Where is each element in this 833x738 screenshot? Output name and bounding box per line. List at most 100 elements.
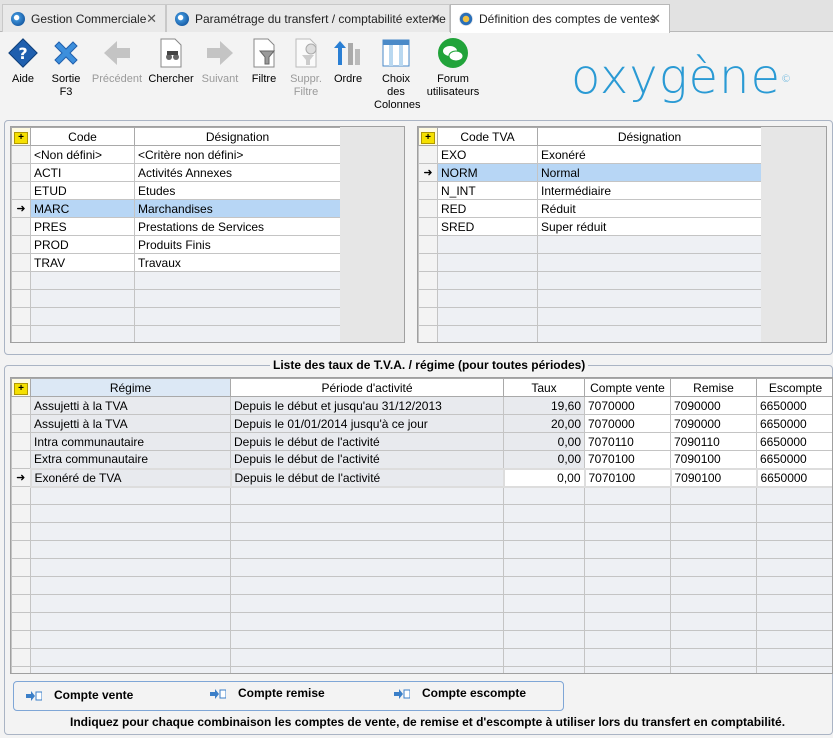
cell-taux: 20,00 <box>503 414 585 433</box>
cell-compte-vente[interactable]: 7070000 <box>584 414 671 433</box>
cell-escompte[interactable]: 6650000 <box>756 414 832 433</box>
column-header-designation[interactable]: Désignation <box>134 127 341 146</box>
cell-code[interactable]: NORM <box>437 163 538 182</box>
cell-code[interactable]: EXO <box>437 145 538 164</box>
logo-trademark: © <box>781 74 792 85</box>
cell-designation[interactable]: Activités Annexes <box>134 163 341 182</box>
tab-parametrage-transfert[interactable]: Paramétrage du transfert / comptabilité … <box>166 4 450 32</box>
cell-compte-vente[interactable]: 7070100 <box>584 450 671 469</box>
search-button[interactable]: Chercher <box>146 37 196 86</box>
table-row[interactable]: <Non défini> <Critère non défini> <box>11 145 341 164</box>
order-label: Ordre <box>333 73 363 85</box>
cell-compte-vente[interactable]: 7070000 <box>584 396 671 415</box>
cell-escompte[interactable]: 6650000 <box>755 467 832 488</box>
column-header-code-tva[interactable]: Code TVA <box>437 127 538 146</box>
column-header-code[interactable]: Code <box>30 127 135 146</box>
sales-category-grid: + Code Désignation <Non défini> <Critère … <box>10 126 405 343</box>
columns-button[interactable]: Choix des Colonnes <box>371 37 421 112</box>
cell-code[interactable]: MARC <box>30 199 135 218</box>
exit-button[interactable]: Sortie F3 <box>41 37 91 99</box>
cell-designation[interactable]: Marchandises <box>134 199 341 218</box>
cell-designation[interactable]: Travaux <box>134 253 341 272</box>
table-row[interactable]: Assujetti à la TVA Depuis le début et ju… <box>11 396 832 415</box>
empty-row <box>11 289 341 308</box>
cell-designation[interactable]: Exonéré <box>537 145 762 164</box>
row-pointer-icon: ➜ <box>11 468 31 487</box>
cell-code[interactable]: SRED <box>437 217 538 236</box>
close-icon[interactable]: ✕ <box>650 11 661 27</box>
table-row[interactable]: Assujetti à la TVA Depuis le 01/01/2014 … <box>11 414 832 433</box>
cell-remise[interactable]: 7090000 <box>670 396 757 415</box>
cell-remise[interactable]: 7090110 <box>670 432 757 451</box>
next-button[interactable]: Suivant <box>195 37 245 86</box>
add-icon: + <box>14 132 28 144</box>
table-row-selected[interactable]: ➜ Exonéré de TVA Depuis le début de l'ac… <box>11 467 832 488</box>
help-icon: ? <box>7 37 39 69</box>
cell-compte-vente[interactable]: 7070110 <box>584 432 671 451</box>
tab-definition-comptes[interactable]: Définition des comptes de ventes ✕ <box>450 4 670 33</box>
cell-designation[interactable]: Réduit <box>537 199 762 218</box>
cell-code[interactable]: PRES <box>30 217 135 236</box>
cell-compte-vente[interactable]: 7070100 <box>583 467 672 488</box>
tab-gestion-commerciale[interactable]: Gestion Commerciale ✕ <box>2 4 166 32</box>
previous-button[interactable]: Précédent <box>90 37 144 86</box>
table-row[interactable]: PROD Produits Finis <box>11 235 341 254</box>
cell-escompte[interactable]: 6650000 <box>756 432 832 451</box>
cell-designation[interactable]: Prestations de Services <box>134 217 341 236</box>
cell-code[interactable]: TRAV <box>30 253 135 272</box>
table-row[interactable]: Intra communautaire Depuis le début de l… <box>11 432 832 451</box>
compte-escompte-button[interactable]: Compte escompte <box>394 686 526 700</box>
cell-escompte[interactable]: 6650000 <box>756 450 832 469</box>
column-header-escompte[interactable]: Escompte <box>756 378 832 397</box>
cell-designation[interactable]: Intermédiaire <box>537 181 762 200</box>
table-row-selected[interactable]: ➜ MARC Marchandises <box>11 199 341 218</box>
table-row[interactable]: SRED Super réduit <box>418 217 762 236</box>
cell-remise[interactable]: 7090100 <box>670 450 757 469</box>
table-row[interactable]: ACTI Activités Annexes <box>11 163 341 182</box>
table-row[interactable]: Extra communautaire Depuis le début de l… <box>11 450 832 469</box>
cell-taux: 0,00 <box>503 450 585 469</box>
empty-row <box>11 504 832 523</box>
add-row-button[interactable]: + <box>11 378 31 397</box>
cell-code[interactable]: N_INT <box>437 181 538 200</box>
table-row[interactable]: PRES Prestations de Services <box>11 217 341 236</box>
column-header-designation[interactable]: Désignation <box>537 127 762 146</box>
table-row[interactable]: ETUD Etudes <box>11 181 341 200</box>
cell-designation[interactable]: Produits Finis <box>134 235 341 254</box>
cell-remise[interactable]: 7090100 <box>669 467 758 488</box>
table-row[interactable]: N_INT Intermédiaire <box>418 181 762 200</box>
compte-remise-button[interactable]: Compte remise <box>210 686 325 700</box>
cell-designation[interactable]: Super réduit <box>537 217 762 236</box>
cell-periode: Depuis le début de l'activité <box>229 467 505 488</box>
cell-code[interactable]: RED <box>437 199 538 218</box>
column-header-compte-vente[interactable]: Compte vente <box>584 378 671 397</box>
table-row[interactable]: RED Réduit <box>418 199 762 218</box>
add-row-button[interactable]: + <box>11 127 31 146</box>
close-icon[interactable]: ✕ <box>146 11 157 27</box>
cell-code[interactable]: ACTI <box>30 163 135 182</box>
column-header-remise[interactable]: Remise <box>670 378 757 397</box>
table-row-selected[interactable]: ➜ NORM Normal <box>418 163 762 182</box>
empty-row <box>11 648 832 667</box>
cell-escompte[interactable]: 6650000 <box>756 396 832 415</box>
cell-code[interactable]: ETUD <box>30 181 135 200</box>
close-icon[interactable]: ✕ <box>430 11 441 27</box>
table-row[interactable]: EXO Exonéré <box>418 145 762 164</box>
cell-code[interactable]: PROD <box>30 235 135 254</box>
column-header-taux[interactable]: Taux <box>503 378 585 397</box>
add-row-button[interactable]: + <box>418 127 438 146</box>
empty-row <box>11 594 832 613</box>
cell-designation[interactable]: <Critère non défini> <box>134 145 341 164</box>
cell-code[interactable]: <Non défini> <box>30 145 135 164</box>
cell-designation[interactable]: Normal <box>537 163 762 182</box>
grid-empty-area <box>340 127 404 342</box>
column-header-regime[interactable]: Régime <box>30 378 231 397</box>
empty-row <box>11 612 832 631</box>
cell-designation[interactable]: Etudes <box>134 181 341 200</box>
compte-vente-button[interactable]: Compte vente <box>26 688 133 702</box>
column-header-periode[interactable]: Période d'activité <box>230 378 504 397</box>
order-button[interactable]: Ordre <box>323 37 373 86</box>
forum-button[interactable]: Forum utilisateurs <box>425 37 481 99</box>
table-row[interactable]: TRAV Travaux <box>11 253 341 272</box>
cell-remise[interactable]: 7090000 <box>670 414 757 433</box>
